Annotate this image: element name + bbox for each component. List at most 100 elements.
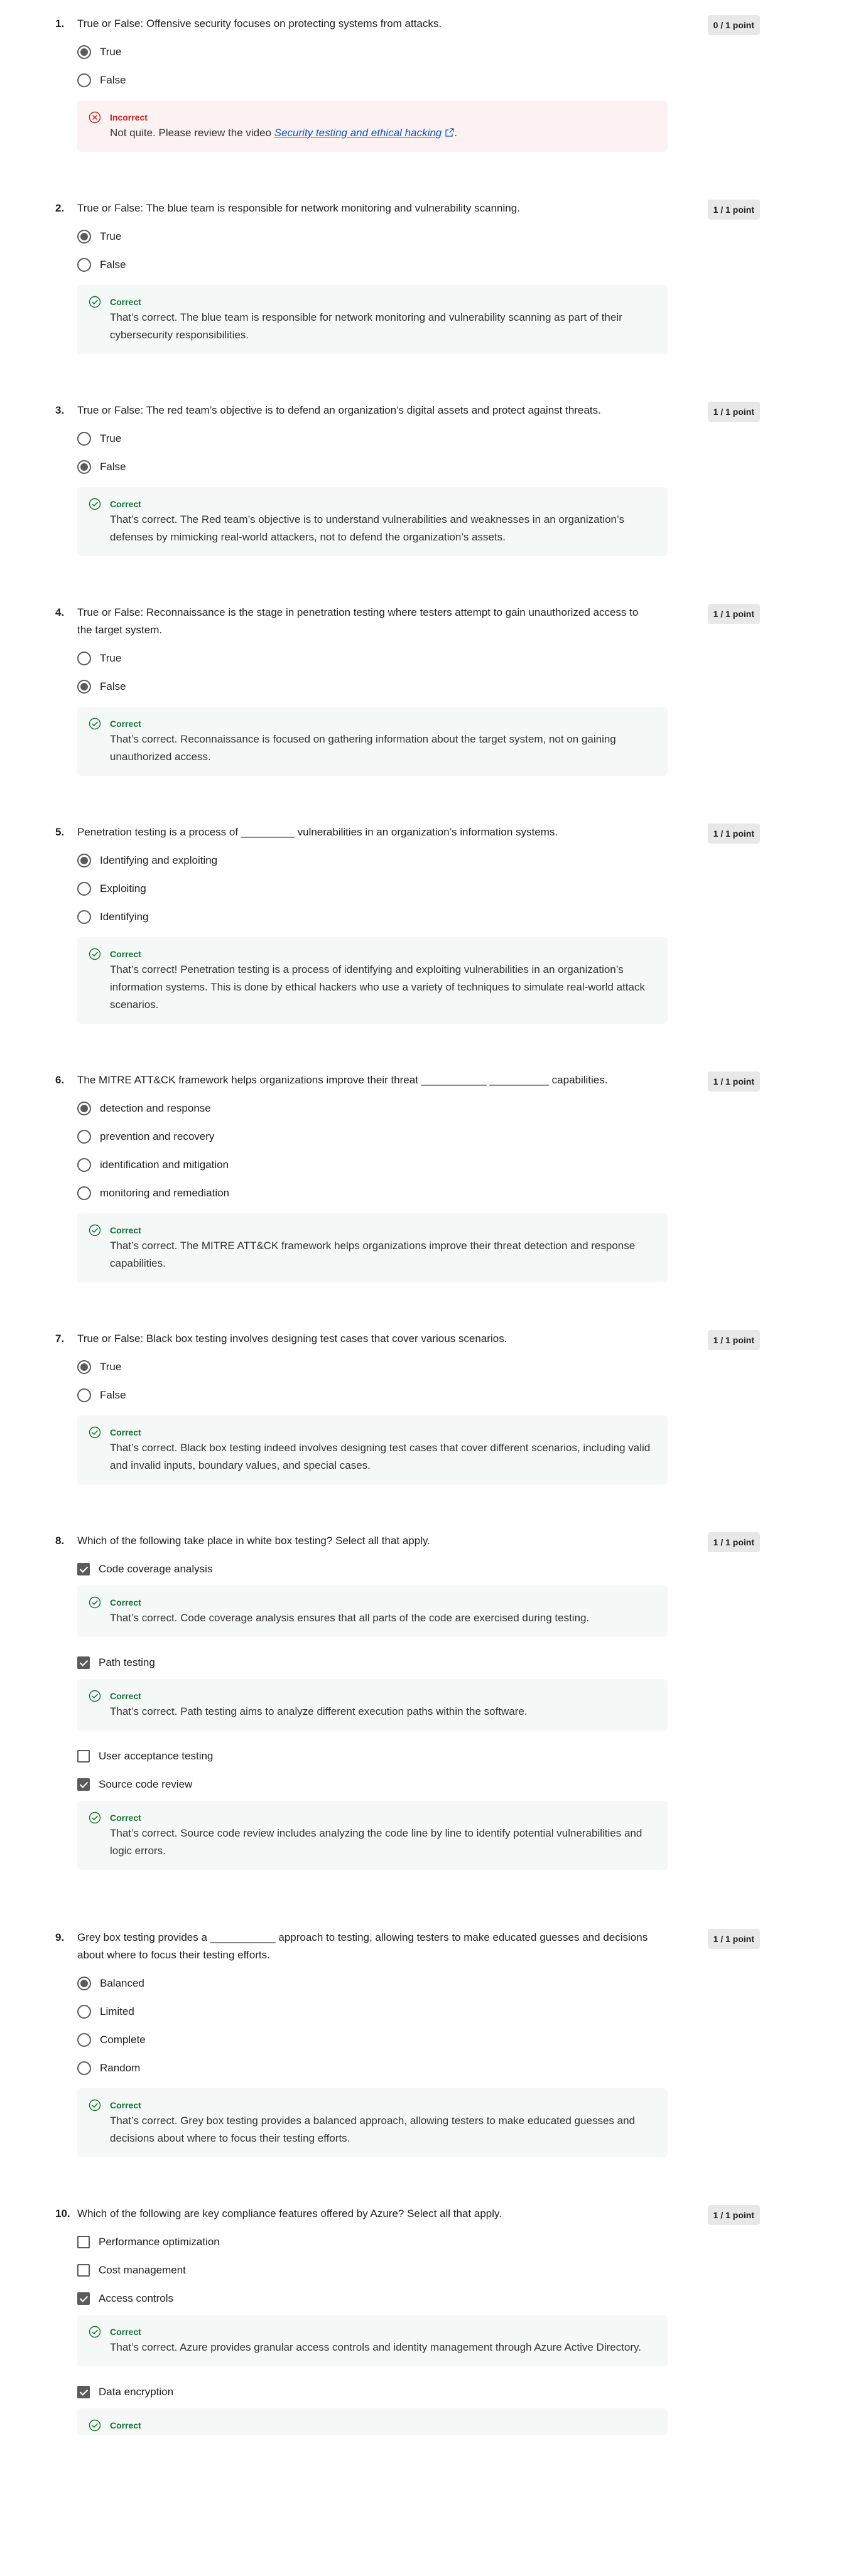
radio-option[interactable]: Random xyxy=(77,2054,760,2082)
option-label: True xyxy=(100,432,122,444)
option-label: monitoring and remediation xyxy=(100,1186,230,1199)
option-label: Performance optimization xyxy=(99,2235,220,2248)
radio-button[interactable] xyxy=(77,651,91,665)
checkbox[interactable] xyxy=(77,1749,90,1763)
option-label: Path testing xyxy=(99,1656,155,1668)
checkbox[interactable] xyxy=(77,2263,90,2277)
option-label: Exploiting xyxy=(100,882,146,894)
feedback-status: Correct xyxy=(110,1427,141,1437)
feedback-text: That’s correct. Source code review inclu… xyxy=(110,1827,642,1857)
question-1: 1. True or False: Offensive security focu… xyxy=(55,15,760,152)
question-7: 7. True or False: Black box testing invol… xyxy=(55,1330,760,1484)
checkbox[interactable] xyxy=(77,2292,90,2305)
radio-option[interactable]: Limited xyxy=(77,1997,760,2026)
checkbox-option[interactable]: Code coverage analysis xyxy=(77,1555,760,1583)
radio-button[interactable] xyxy=(77,1186,91,1200)
radio-option[interactable]: Exploiting xyxy=(77,874,760,903)
radio-option[interactable]: Identifying xyxy=(77,903,760,931)
points-badge: 1 / 1 point xyxy=(707,824,760,844)
checkbox-option[interactable]: Data encryption xyxy=(77,2378,760,2406)
radio-button[interactable] xyxy=(77,73,91,87)
radio-button[interactable] xyxy=(77,257,91,272)
radio-option[interactable]: False xyxy=(77,250,760,279)
feedback-text: That’s correct. Code coverage analysis e… xyxy=(110,1612,590,1624)
radio-option[interactable]: Complete xyxy=(77,2026,760,2054)
feedback-text: That’s correct. The MITRE ATT&CK framewo… xyxy=(110,1240,636,1269)
checkbox-option[interactable]: Path testing xyxy=(77,1648,760,1677)
radio-button[interactable] xyxy=(77,2032,91,2047)
radio-option[interactable]: monitoring and remediation xyxy=(77,1179,760,1207)
question-3: 3. True or False: The red team’s objectiv… xyxy=(55,402,760,556)
radio-option[interactable]: True xyxy=(77,222,760,250)
radio-option[interactable]: False xyxy=(77,1381,760,1409)
radio-option[interactable]: identification and mitigation xyxy=(77,1151,760,1179)
question-text: Which of the following are key complianc… xyxy=(77,2208,502,2219)
radio-button[interactable] xyxy=(77,2004,91,2019)
question-10: 10. Which of the following are key compli… xyxy=(55,2205,760,2446)
answer-options: Code coverage analysis Correct That’s corr… xyxy=(77,1555,760,1881)
check-circle-icon xyxy=(89,1426,101,1439)
radio-option[interactable]: True xyxy=(77,644,760,672)
option-label: identification and mitigation xyxy=(100,1158,229,1171)
question-text: True or False: Reconnaissance is the sta… xyxy=(77,606,639,636)
checkbox[interactable] xyxy=(77,2385,90,2398)
radio-option[interactable]: detection and response xyxy=(77,1094,760,1122)
answer-options: True False xyxy=(77,38,760,94)
radio-button[interactable] xyxy=(77,431,91,446)
radio-button[interactable] xyxy=(77,853,91,867)
option-label: Cost management xyxy=(99,2263,186,2276)
review-video-link[interactable]: Security testing and ethical hacking xyxy=(274,127,442,139)
radio-option[interactable]: Identifying and exploiting xyxy=(77,846,760,874)
radio-button[interactable] xyxy=(77,679,91,694)
checkbox-option[interactable]: Performance optimization xyxy=(77,2228,760,2256)
radio-button[interactable] xyxy=(77,1157,91,1172)
radio-button[interactable] xyxy=(77,1129,91,1144)
checkbox-option[interactable]: Source code review xyxy=(77,1770,760,1798)
feedback-text: That’s correct! Penetration testing is a… xyxy=(110,963,645,1011)
radio-button[interactable] xyxy=(77,229,91,244)
external-link-icon[interactable] xyxy=(445,128,454,137)
radio-button[interactable] xyxy=(77,1388,91,1402)
radio-button[interactable] xyxy=(77,881,91,896)
radio-option[interactable]: False xyxy=(77,453,760,481)
question-text: Penetration testing is a process of ____… xyxy=(77,826,558,838)
check-circle-icon xyxy=(89,2099,101,2112)
feedback-text: That’s correct. Grey box testing provide… xyxy=(110,2115,635,2144)
checkbox[interactable] xyxy=(77,1656,90,1669)
option-label: prevention and recovery xyxy=(100,1130,215,1142)
radio-option[interactable]: prevention and recovery xyxy=(77,1122,760,1151)
checkbox[interactable] xyxy=(77,1562,90,1575)
radio-option[interactable]: True xyxy=(77,38,760,66)
question-text: Which of the following take place in whi… xyxy=(77,1535,430,1547)
question-text: The MITRE ATT&CK framework helps organiz… xyxy=(77,1074,608,1086)
checkbox[interactable] xyxy=(77,1778,90,1791)
radio-button[interactable] xyxy=(77,1360,91,1374)
radio-option[interactable]: Balanced xyxy=(77,1969,760,1997)
option-label: Complete xyxy=(100,2033,146,2046)
option-label: Random xyxy=(100,2061,141,2074)
checkbox[interactable] xyxy=(77,2235,90,2248)
option-label: False xyxy=(100,258,126,271)
checkbox-option[interactable]: Cost management xyxy=(77,2256,760,2284)
checkbox-option[interactable]: Access controls xyxy=(77,2284,760,2312)
feedback-status: Correct xyxy=(110,2420,141,2430)
radio-button[interactable] xyxy=(77,1101,91,1115)
radio-option[interactable]: False xyxy=(77,672,760,700)
question-number: 7. xyxy=(55,1333,65,1344)
radio-button[interactable] xyxy=(77,910,91,924)
checkbox-option[interactable]: User acceptance testing xyxy=(77,1742,760,1770)
radio-button[interactable] xyxy=(77,2061,91,2075)
feedback-correct: Correct That’s correct. Reconnaissance is… xyxy=(77,707,668,776)
radio-button[interactable] xyxy=(77,45,91,59)
feedback-correct: Correct That’s correct. The MITRE ATT&CK … xyxy=(77,1213,668,1282)
radio-button[interactable] xyxy=(77,459,91,474)
check-circle-icon xyxy=(89,2419,101,2432)
check-circle-icon xyxy=(89,1596,101,1609)
check-circle-icon xyxy=(89,2326,101,2338)
question-number: 3. xyxy=(55,404,65,416)
question-header: 3. True or False: The red team’s objectiv… xyxy=(55,402,760,422)
radio-option[interactable]: False xyxy=(77,66,760,94)
radio-button[interactable] xyxy=(77,1976,91,1990)
radio-option[interactable]: True xyxy=(77,424,760,453)
radio-option[interactable]: True xyxy=(77,1353,760,1381)
